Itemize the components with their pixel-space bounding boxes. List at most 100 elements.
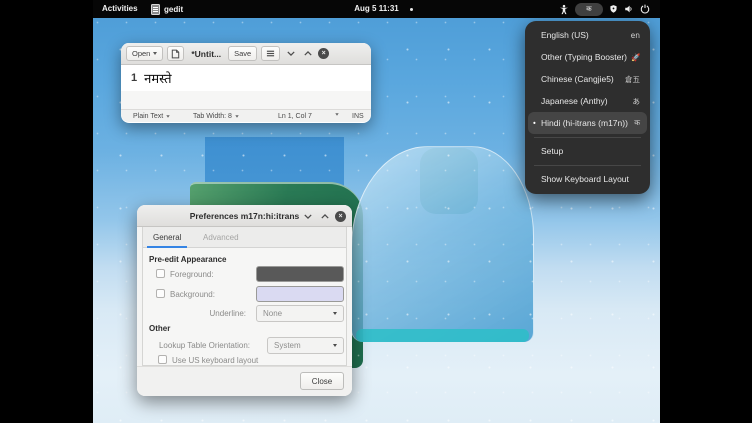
save-button-label: Save [234, 49, 251, 58]
input-badge-en: en [627, 31, 640, 40]
preferences-dialog: Preferences m17n:hi:itrans × General Adv… [137, 205, 352, 396]
menu-item-label: Hindi (hi-itrans (m17n)) [541, 118, 628, 128]
menu-item-label: Japanese (Anthy) [541, 96, 608, 106]
menu-button[interactable] [261, 46, 280, 61]
wallpaper-glass-folder-shape [351, 146, 534, 342]
text-editor-area[interactable]: 1 नमस्ते [121, 65, 371, 109]
system-tray: क [559, 0, 660, 18]
rocket-icon: 🚀 [627, 53, 640, 62]
gedit-app-icon [151, 4, 160, 15]
foreground-color-button[interactable] [256, 266, 344, 282]
top-bar: Activities gedit Aug 5 11:31 क [93, 0, 660, 18]
us-keyboard-label: Use US keyboard layout [172, 356, 258, 365]
chevron-down-icon [287, 51, 295, 56]
background-color-button[interactable] [256, 286, 344, 302]
chevron-up-icon [321, 214, 329, 219]
menu-item-typing-booster[interactable]: Other (Typing Booster) 🚀 [528, 46, 647, 68]
underline-label: Underline: [146, 309, 246, 318]
clock-button[interactable]: Aug 5 11:31 [354, 0, 398, 18]
menu-item-label: Other (Typing Booster) [541, 52, 627, 62]
save-button[interactable]: Save [228, 46, 257, 61]
other-section-header: Other [149, 324, 170, 333]
open-button[interactable]: Open [126, 46, 163, 61]
input-badge-cangjie: 倉五 [621, 74, 640, 85]
underline-dropdown[interactable]: None [256, 305, 344, 322]
menu-item-label: Show Keyboard Layout [541, 174, 629, 184]
shield-icon[interactable] [609, 4, 618, 14]
volume-icon[interactable] [624, 4, 634, 14]
us-keyboard-checkbox[interactable] [158, 355, 167, 364]
open-button-label: Open [132, 49, 150, 58]
menu-item-label: Setup [541, 146, 563, 156]
lookup-orientation-value: System [274, 341, 301, 350]
language-label: Plain Text [133, 113, 163, 120]
foreground-checkbox[interactable] [156, 269, 165, 278]
app-menu[interactable]: gedit [151, 0, 183, 18]
gedit-headerbar: Open *Untit... Save [121, 43, 371, 65]
chevron-down-icon [335, 113, 338, 116]
insert-mode-label: INS [352, 113, 364, 120]
accessibility-icon[interactable] [559, 4, 569, 15]
input-badge-hiragana: あ [629, 96, 641, 107]
activities-button[interactable]: Activities [102, 0, 138, 18]
tab-bar: General Advanced [143, 227, 346, 248]
line-number: 1 [131, 72, 137, 84]
cursor-position-label: Ln 1, Col 7 [278, 113, 312, 120]
chevron-down-icon [167, 115, 170, 118]
menu-item-english-us[interactable]: English (US) en [528, 24, 647, 46]
menu-item-setup[interactable]: Setup [528, 140, 647, 162]
minimize-button[interactable] [284, 47, 297, 60]
tab-advanced[interactable]: Advanced [195, 227, 247, 248]
chevron-up-icon [304, 51, 312, 56]
wallpaper-teal-shape [420, 148, 478, 214]
power-icon[interactable] [640, 4, 650, 14]
menu-item-show-keyboard-layout[interactable]: Show Keyboard Layout [528, 168, 647, 190]
document-text: नमस्ते [144, 69, 171, 87]
preedit-section-header: Pre-edit Appearance [149, 255, 227, 264]
menu-item-label: English (US) [541, 30, 589, 40]
text-line: 1 नमस्ते [121, 65, 371, 91]
dialog-title: Preferences m17n:hi:itrans [190, 211, 300, 221]
background-label: Background: [170, 290, 215, 299]
menu-item-label: Chinese (Cangjie5) [541, 74, 614, 84]
selected-bullet-icon: • [533, 119, 536, 128]
input-badge-devanagari: क [630, 118, 640, 128]
language-selector[interactable]: Plain Text [133, 113, 170, 120]
close-dialog-button[interactable]: Close [300, 372, 344, 390]
cursor-position[interactable]: Ln 1, Col 7 [278, 113, 312, 120]
dialog-action-area: Close [137, 366, 352, 396]
insert-mode-indicator: INS [352, 113, 364, 120]
chevron-down-icon [333, 344, 337, 347]
chevron-down-icon [304, 214, 312, 219]
maximize-button[interactable] [301, 47, 314, 60]
chevron-down-icon [153, 52, 157, 55]
app-menu-label: gedit [164, 5, 183, 14]
tab-general[interactable]: General [145, 227, 189, 248]
menu-item-chinese-cangjie5[interactable]: Chinese (Cangjie5) 倉五 [528, 68, 647, 90]
new-document-button[interactable] [167, 46, 184, 61]
close-button[interactable]: × [318, 48, 329, 59]
window-title: *Untit... [191, 49, 221, 59]
menu-separator [534, 137, 641, 138]
foreground-label: Foreground: [170, 270, 214, 279]
lookup-orientation-dropdown[interactable]: System [267, 337, 344, 354]
desktop: Activities gedit Aug 5 11:31 क [93, 0, 660, 423]
minimize-button[interactable] [301, 210, 314, 223]
hamburger-icon [266, 49, 275, 58]
underline-value: None [263, 309, 282, 318]
gedit-statusbar: Plain Text Tab Width: 8 Ln 1, Col 7 INS [121, 109, 371, 122]
menu-separator [534, 165, 641, 166]
chevron-down-icon [333, 312, 337, 315]
menu-item-hindi-itrans[interactable]: • Hindi (hi-itrans (m17n)) क [528, 112, 647, 134]
goto-line-dropdown[interactable] [335, 113, 339, 116]
tab-width-label: Tab Width: 8 [193, 113, 232, 120]
chevron-down-icon [235, 115, 238, 118]
lookup-orientation-label: Lookup Table Orientation: [146, 341, 250, 350]
maximize-button[interactable] [318, 210, 331, 223]
tab-width-selector[interactable]: Tab Width: 8 [193, 113, 239, 120]
new-document-icon [171, 49, 180, 59]
background-checkbox[interactable] [156, 289, 165, 298]
keyboard-input-indicator[interactable]: क [575, 3, 603, 16]
close-button[interactable]: × [335, 211, 346, 222]
menu-item-japanese-anthy[interactable]: Japanese (Anthy) あ [528, 90, 647, 112]
